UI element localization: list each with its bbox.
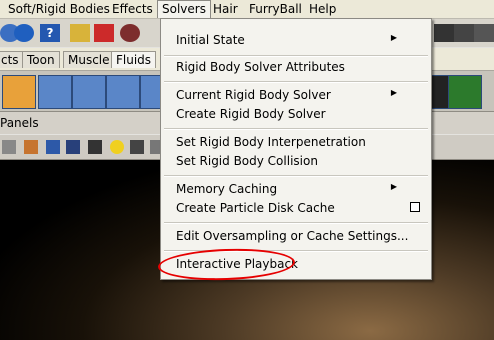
menu-separator (164, 222, 428, 224)
menu-hair[interactable]: Hair (213, 1, 238, 17)
light-icon[interactable] (110, 140, 124, 154)
menu-item-memory-caching[interactable]: Memory Caching (176, 181, 277, 197)
tab-fluids[interactable]: Fluids (111, 51, 157, 68)
menu-solvers[interactable]: Solvers (157, 0, 211, 18)
panels-label[interactable]: Panels (0, 116, 39, 130)
tab-cts[interactable]: cts (0, 51, 24, 68)
menu-effects[interactable]: Effects (112, 1, 153, 17)
clapper-icon[interactable] (454, 24, 474, 42)
tab-muscle[interactable]: Muscle (63, 51, 115, 68)
fluid-2d-icon[interactable] (72, 75, 106, 109)
submenu-arrow-icon: ▶ (390, 33, 397, 42)
menu-separator (164, 81, 428, 83)
sphere-icon[interactable] (14, 24, 34, 42)
menu-soft-rigid-bodies[interactable]: Soft/Rigid Bodies (8, 1, 110, 17)
fluid-emitter-icon[interactable] (106, 75, 140, 109)
cube-dark-icon[interactable] (66, 140, 80, 154)
shadow-icon[interactable] (130, 140, 144, 154)
tab-toon[interactable]: Toon (22, 51, 60, 68)
menu-help[interactable]: Help (309, 1, 336, 17)
menu-separator (164, 175, 428, 177)
menu-item-create-particle-disk-cache[interactable]: Create Particle Disk Cache (176, 200, 335, 216)
menu-furryball[interactable]: FurryBall (249, 1, 302, 17)
cube-orange-icon[interactable] (24, 140, 38, 154)
select-icon[interactable] (94, 24, 114, 42)
fluid-3d-icon[interactable] (38, 75, 72, 109)
menu-item-initial-state[interactable]: Initial State (176, 32, 245, 48)
menu-separator (164, 55, 428, 57)
menu-item-edit-oversampling[interactable]: Edit Oversampling or Cache Settings... (176, 228, 408, 244)
cube-black-icon[interactable] (88, 140, 102, 154)
menu-item-current-rigid-body-solver[interactable]: Current Rigid Body Solver (176, 87, 331, 103)
render-icon[interactable] (434, 24, 454, 42)
menu-item-set-rigid-body-collision[interactable]: Set Rigid Body Collision (176, 153, 318, 169)
menu-item-set-rigid-body-interpenetration[interactable]: Set Rigid Body Interpenetration (176, 134, 366, 150)
option-box-icon[interactable] (410, 202, 420, 212)
lock-icon[interactable] (70, 24, 90, 42)
menu-separator (164, 128, 428, 130)
solvers-menu: Initial State ▶ Rigid Body Solver Attrib… (160, 18, 432, 280)
help-icon[interactable]: ? (40, 24, 60, 42)
menu-bar: Soft/Rigid Bodies Effects Solvers Hair F… (0, 0, 494, 19)
cube-gray-icon[interactable] (2, 140, 16, 154)
magnet-icon[interactable] (120, 24, 140, 42)
checker-flag-icon[interactable] (448, 75, 482, 109)
cube-blue-icon[interactable] (46, 140, 60, 154)
submenu-arrow-icon: ▶ (390, 182, 397, 191)
submenu-arrow-icon: ▶ (390, 88, 397, 97)
menu-item-create-rigid-body-solver[interactable]: Create Rigid Body Solver (176, 106, 326, 122)
menu-item-rigid-body-solver-attributes[interactable]: Rigid Body Solver Attributes (176, 59, 345, 75)
fluid-container-icon[interactable] (2, 75, 36, 109)
clapper-2-icon[interactable] (474, 24, 494, 42)
